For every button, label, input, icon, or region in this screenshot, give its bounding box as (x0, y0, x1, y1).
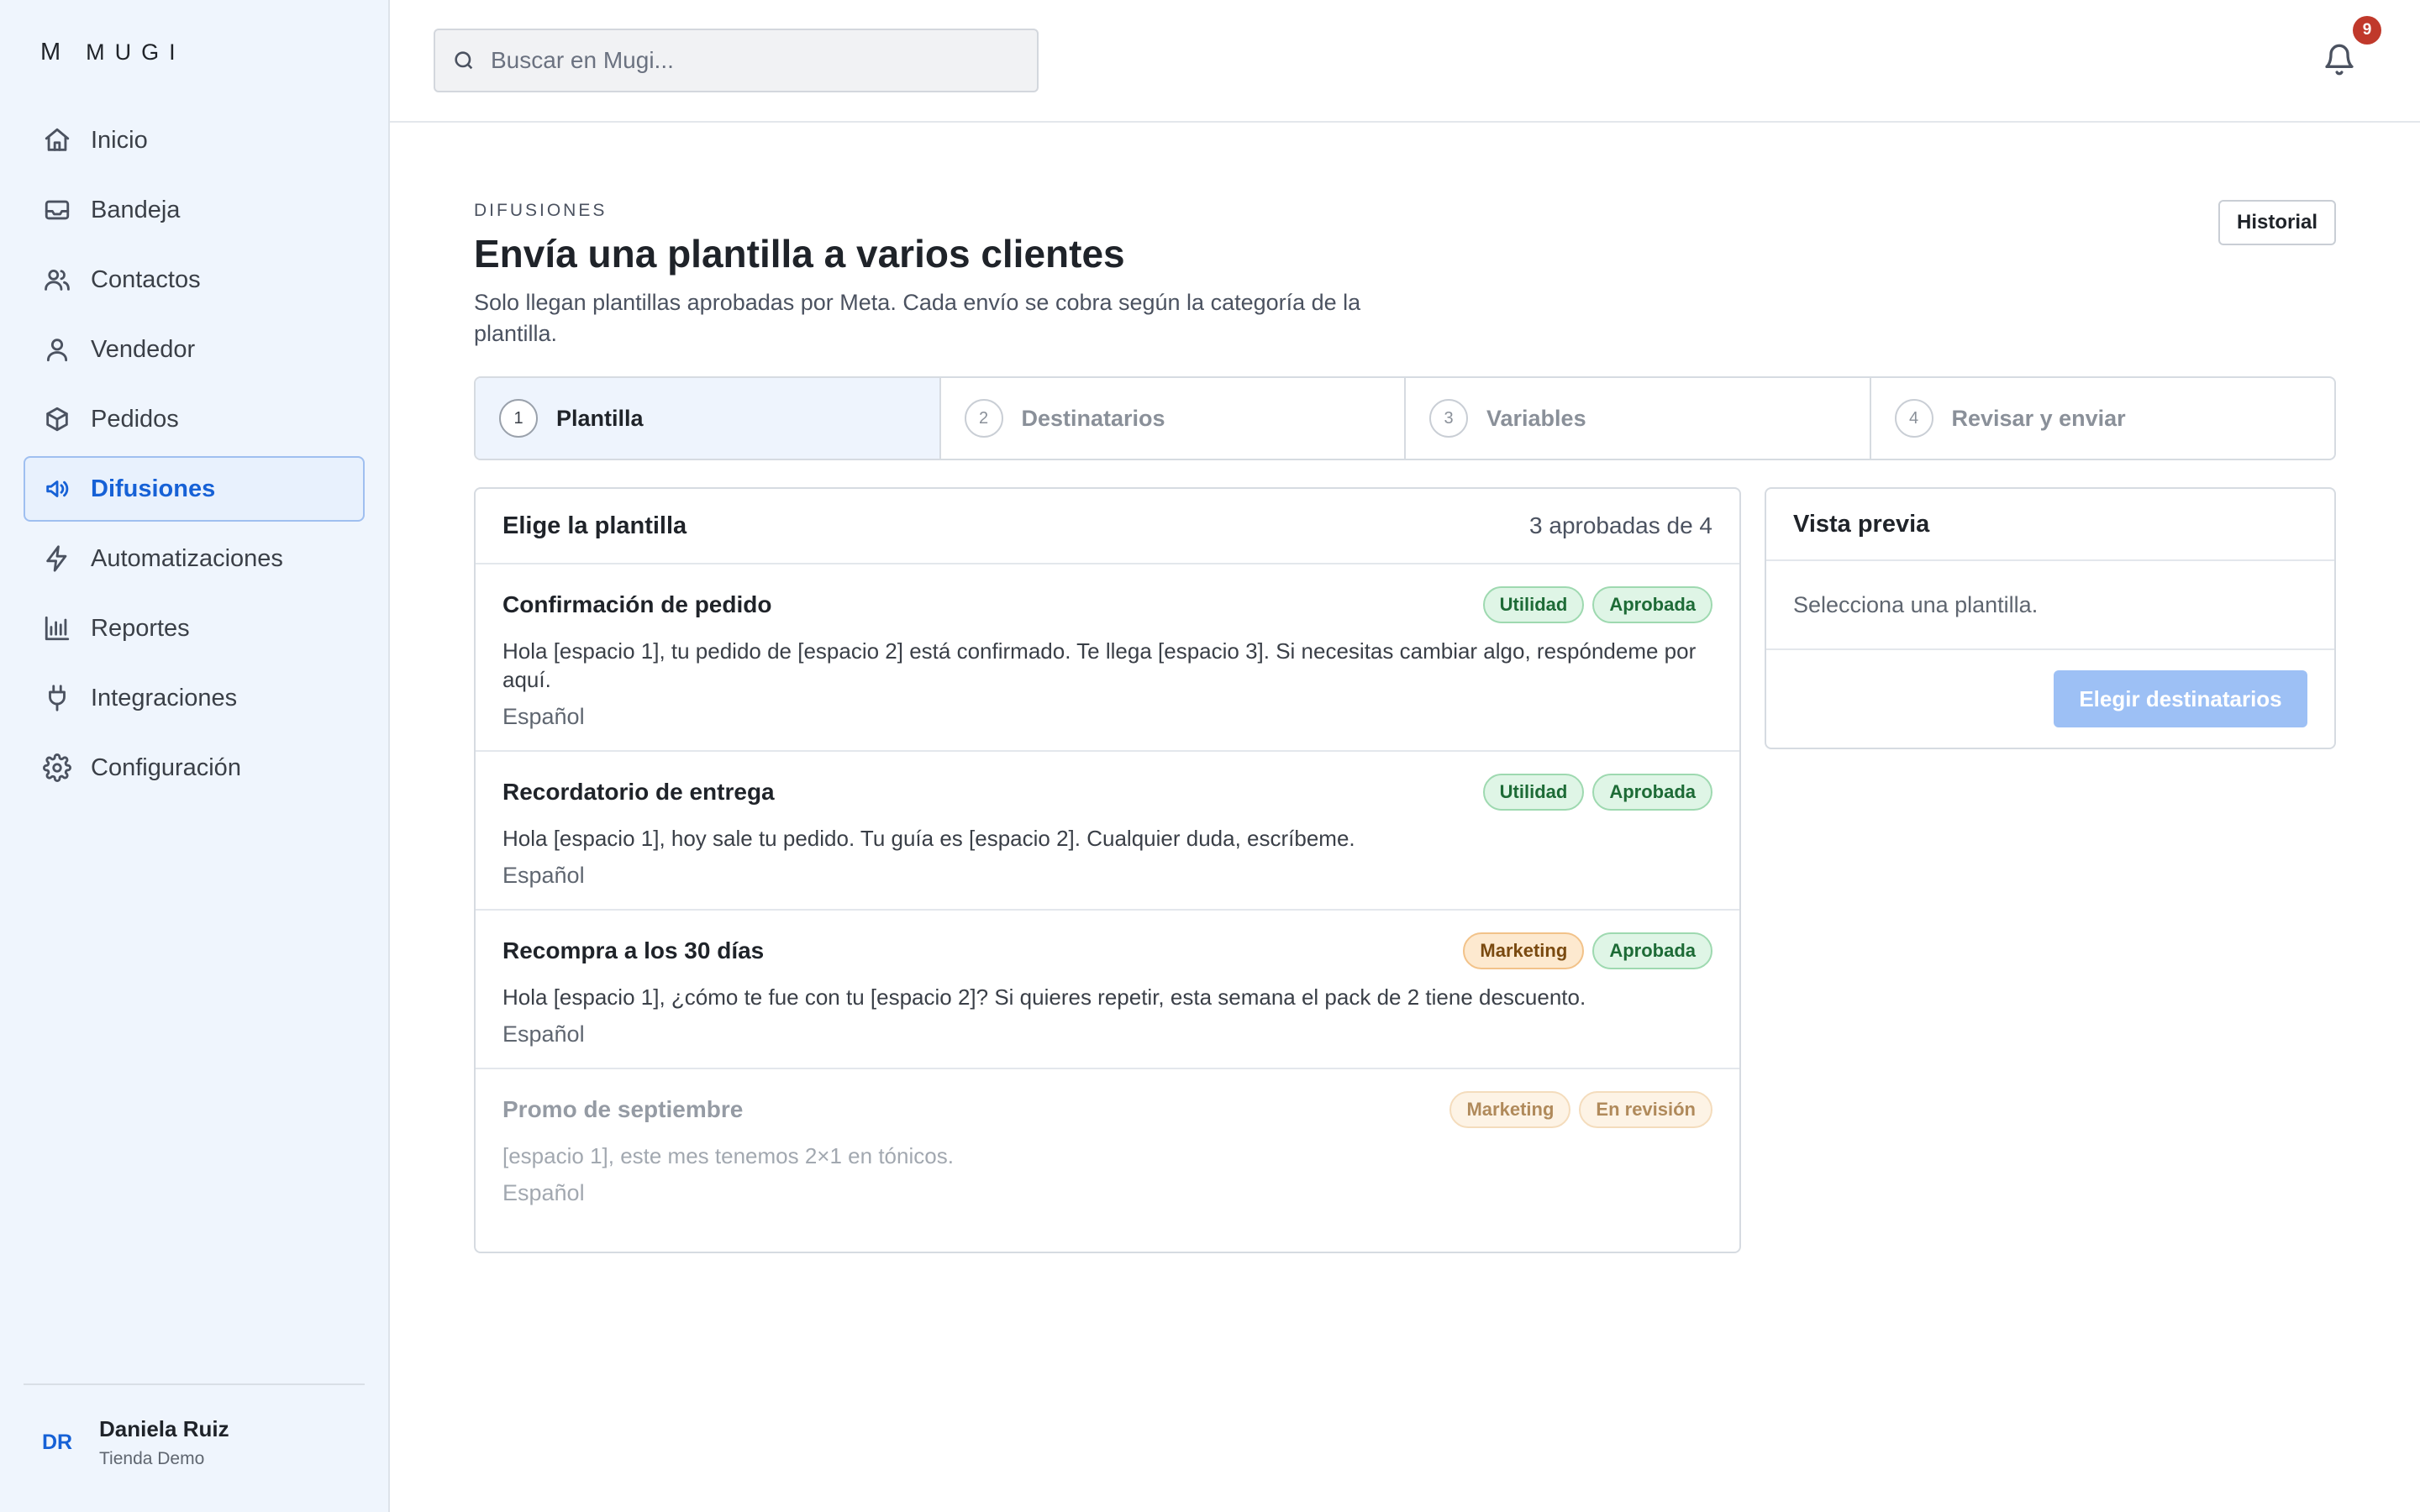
brand-name: MUGI (86, 39, 186, 65)
template-language: Español (502, 1180, 585, 1205)
brand-mark: M (40, 38, 61, 66)
step-plantilla[interactable]: 1 Plantilla (476, 378, 941, 459)
step-number: 4 (1894, 399, 1933, 438)
inbox-icon (42, 195, 72, 225)
search-box[interactable] (434, 29, 1039, 92)
megaphone-icon (42, 474, 72, 504)
step-number: 3 (1429, 399, 1468, 438)
bell-icon (2325, 44, 2354, 76)
sidebar-item-contactos[interactable]: Contactos (24, 247, 365, 312)
brand-logo[interactable]: M MUGI (40, 39, 186, 66)
sidebar: M MUGI Inicio Bandeja Contactos Vendedor… (0, 0, 390, 1512)
sidebar-item-bandeja[interactable]: Bandeja (24, 177, 365, 243)
status-badge: En revisión (1579, 1091, 1712, 1128)
step-destinatarios[interactable]: 2 Destinatarios (941, 378, 1406, 459)
notifications-badge: 9 (2353, 16, 2381, 45)
package-icon (42, 404, 72, 434)
bolt-icon (42, 543, 72, 574)
home-icon (42, 125, 72, 155)
status-badge: Aprobada (1592, 586, 1712, 623)
sidebar-item-vendedor[interactable]: Vendedor (24, 317, 365, 382)
page-title: Envía una plantilla a varios clientes (474, 232, 1125, 276)
template-name: Recordatorio de entrega (502, 779, 775, 805)
status-badge: Aprobada (1592, 774, 1712, 811)
category-badge: Marketing (1449, 1091, 1571, 1128)
sidebar-item-pedidos[interactable]: Pedidos (24, 386, 365, 452)
user-name: Daniela Ruiz (99, 1416, 229, 1441)
sidebar-item-label: Vendedor (91, 335, 196, 363)
template-name: Recompra a los 30 días (502, 937, 765, 963)
page-subtitle: Solo llegan plantillas aprobadas por Met… (474, 290, 1361, 346)
template-body: Hola [espacio 1], ¿cómo te fue con tu [e… (502, 984, 1586, 1010)
stepper: 1 Plantilla 2 Destinatarios 3 Variables … (474, 376, 2336, 460)
category-badge: Utilidad (1482, 586, 1585, 623)
status-badge: Aprobada (1592, 932, 1712, 969)
step-label: Revisar y enviar (1951, 405, 2126, 431)
template-item[interactable]: Recompra a los 30 días Marketing Aprobad… (476, 911, 1739, 1069)
template-language: Español (502, 1021, 585, 1047)
template-body: Hola [espacio 1], tu pedido de [espacio … (502, 638, 1697, 692)
page-eyebrow: DIFUSIONES (474, 201, 608, 220)
template-language: Español (502, 704, 585, 729)
preview-title: Vista previa (1766, 489, 2334, 561)
choose-recipients-button[interactable]: Elegir destinatarios (2054, 670, 2307, 727)
sidebar-item-label: Bandeja (91, 196, 181, 223)
preview-empty-text: Selecciona una plantilla. (1766, 561, 2334, 650)
step-label: Plantilla (556, 405, 644, 431)
step-number: 2 (964, 399, 1003, 438)
template-item[interactable]: Confirmación de pedido Utilidad Aprobada… (476, 564, 1739, 752)
sidebar-item-label: Configuración (91, 753, 241, 781)
plug-icon (42, 683, 72, 713)
sidebar-item-label: Inicio (91, 126, 148, 154)
template-count: 3 aprobadas de 4 (1529, 512, 1712, 538)
topbar: 9 (390, 0, 2420, 123)
user-profile[interactable]: DR Daniela Ruiz Tienda Demo (42, 1416, 229, 1469)
sidebar-item-inicio[interactable]: Inicio (24, 108, 365, 173)
template-list-header: Elige la plantilla 3 aprobadas de 4 (476, 489, 1739, 564)
preview-card: Vista previa Selecciona una plantilla. E… (1765, 487, 2336, 749)
sidebar-item-label: Automatizaciones (91, 544, 283, 572)
search-icon (455, 51, 473, 70)
category-badge: Utilidad (1482, 774, 1585, 811)
gear-icon (42, 753, 72, 783)
sidebar-nav: Inicio Bandeja Contactos Vendedor Pedido… (24, 108, 365, 805)
user-icon (42, 334, 72, 365)
users-icon (42, 265, 72, 295)
template-list-title: Elige la plantilla (502, 512, 687, 539)
sidebar-divider (24, 1383, 365, 1385)
sidebar-item-label: Contactos (91, 265, 201, 293)
sidebar-item-label: Integraciones (91, 684, 238, 711)
preview-footer: Elegir destinatarios (1766, 650, 2334, 748)
sidebar-item-label: Difusiones (91, 475, 216, 502)
sidebar-item-difusiones[interactable]: Difusiones (24, 456, 365, 522)
sidebar-item-integraciones[interactable]: Integraciones (24, 665, 365, 731)
template-name: Confirmación de pedido (502, 591, 772, 617)
sidebar-item-label: Reportes (91, 614, 190, 642)
step-label: Variables (1486, 405, 1586, 431)
history-button[interactable]: Historial (2218, 200, 2336, 245)
bar-chart-icon (42, 613, 72, 643)
step-label: Destinatarios (1021, 405, 1165, 431)
template-item-disabled: Promo de septiembre Marketing En revisió… (476, 1069, 1739, 1226)
sidebar-item-automatizaciones[interactable]: Automatizaciones (24, 526, 365, 591)
search-input[interactable] (491, 47, 995, 74)
template-list-card: Elige la plantilla 3 aprobadas de 4 Conf… (474, 487, 1741, 1253)
sidebar-item-configuracion[interactable]: Configuración (24, 735, 365, 801)
template-item[interactable]: Recordatorio de entrega Utilidad Aprobad… (476, 752, 1739, 911)
sidebar-item-reportes[interactable]: Reportes (24, 596, 365, 661)
step-number: 1 (499, 399, 538, 438)
avatar: DR (42, 1431, 73, 1454)
template-body: Hola [espacio 1], hoy sale tu pedido. Tu… (502, 826, 1355, 851)
category-badge: Marketing (1463, 932, 1585, 969)
template-body: [espacio 1], este mes tenemos 2×1 en tón… (502, 1143, 954, 1168)
step-variables[interactable]: 3 Variables (1406, 378, 1871, 459)
step-revisar-enviar[interactable]: 4 Revisar y enviar (1871, 378, 2335, 459)
sidebar-item-label: Pedidos (91, 405, 179, 433)
user-store: Tienda Demo (99, 1449, 205, 1468)
template-language: Español (502, 863, 585, 888)
template-name: Promo de septiembre (502, 1096, 744, 1122)
notifications-button[interactable] (2323, 42, 2358, 79)
